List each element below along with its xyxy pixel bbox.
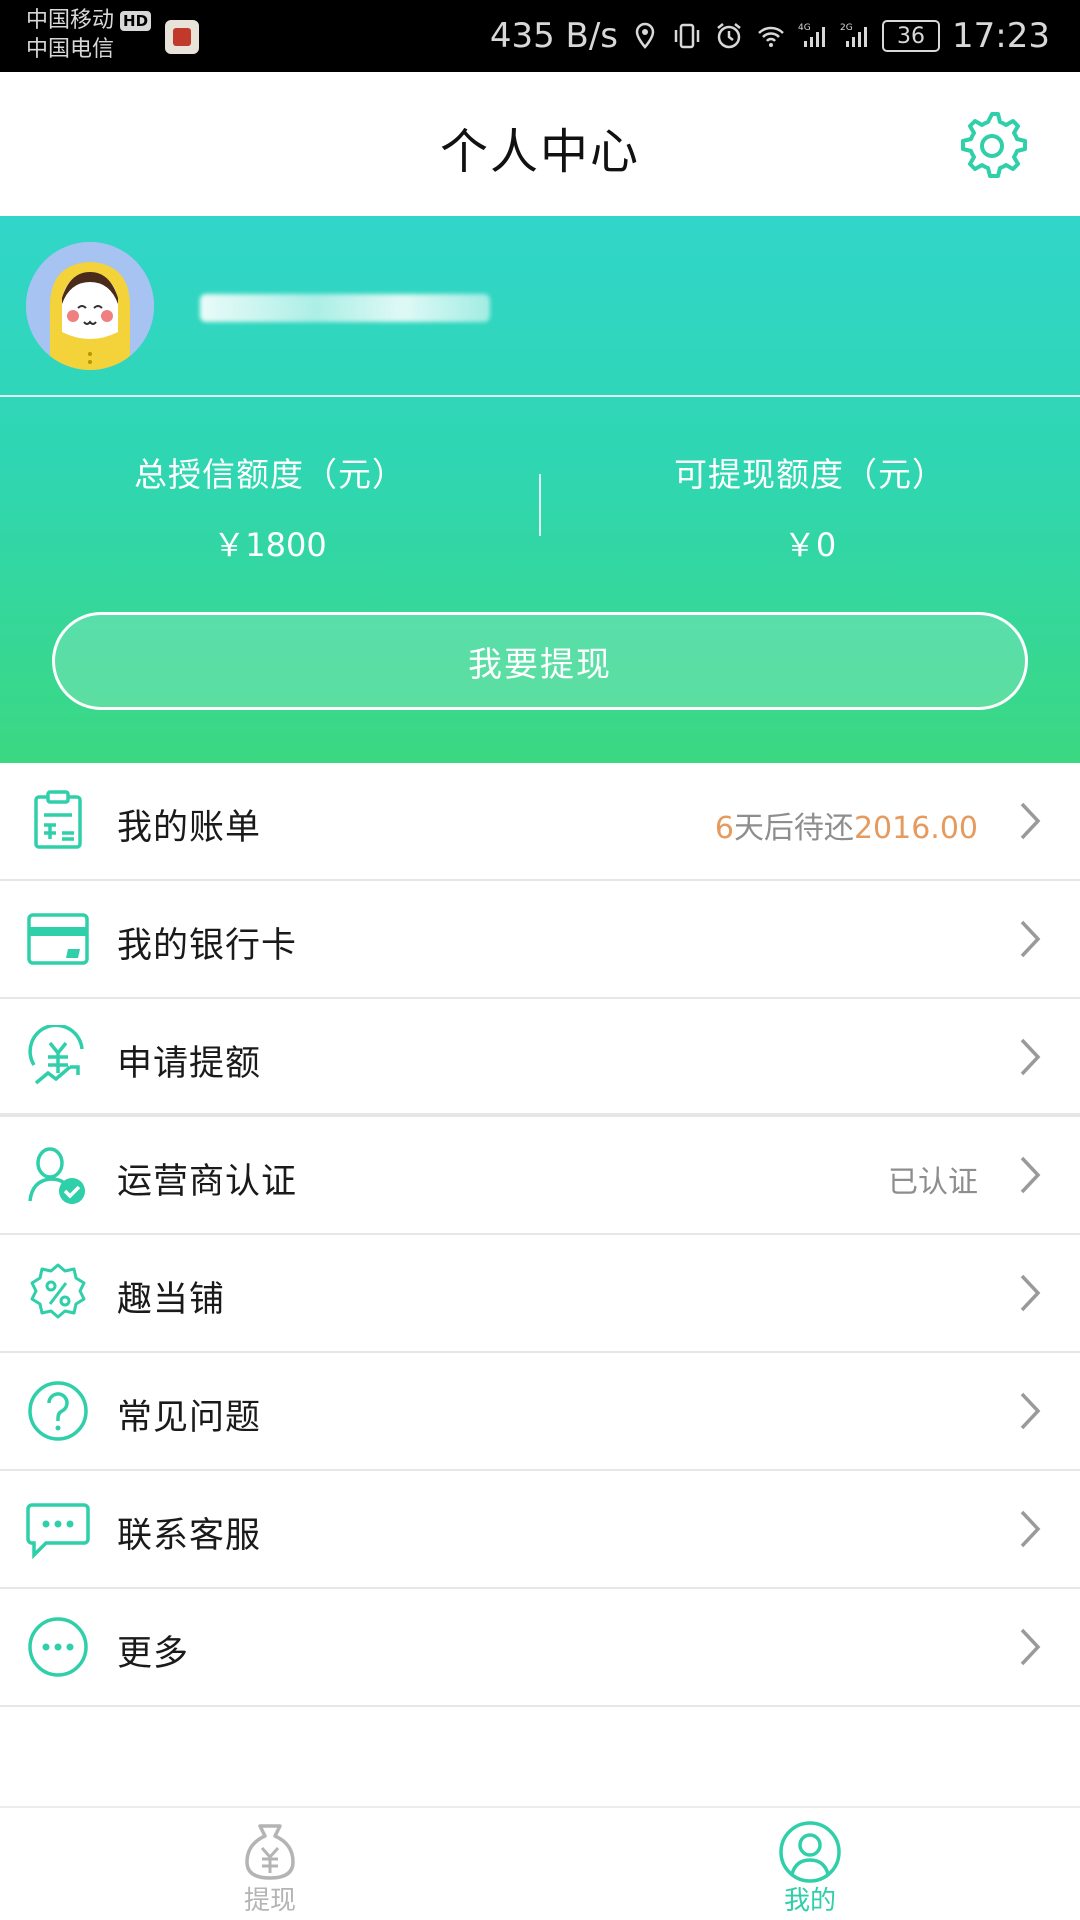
percent-badge-icon	[30, 1263, 86, 1319]
signal-2g-icon: 2G	[840, 23, 868, 47]
menu-item-bank-card[interactable]: 我的银行卡	[0, 881, 1080, 999]
page-header: 个人中心	[0, 72, 1080, 216]
due-days: 6	[714, 811, 734, 846]
total-credit-value: ￥1800	[213, 526, 327, 564]
menu-item-label: 更多	[117, 1634, 190, 1674]
chevron-right-icon	[1020, 1038, 1041, 1076]
carrier-info: 中国移动 HD 中国电信	[26, 6, 152, 64]
tab-withdraw-label: 提现	[243, 1886, 296, 1916]
menu-item-label: 常见问题	[117, 1398, 262, 1438]
tab-mine[interactable]: 我的	[540, 1808, 1080, 1920]
more-icon	[28, 1617, 88, 1677]
net-speed: 435 B/s	[489, 16, 619, 56]
menu-item-label: 申请提额	[117, 1044, 262, 1084]
chevron-right-icon	[1020, 802, 1041, 840]
raise-limit-icon	[28, 1025, 84, 1085]
username-redacted	[200, 294, 490, 322]
withdrawable-credit: 可提现额度（元） ￥0	[540, 448, 1080, 566]
total-credit-label: 总授信额度（元）	[134, 455, 406, 494]
menu-item-label: 我的账单	[117, 808, 262, 848]
vibrate-icon	[674, 23, 700, 49]
menu-list: 我的账单 6天后待还2016.00 我的银行卡 申请提额 运营商认证 已认证 趣…	[0, 763, 1080, 1707]
menu-item-carrier-verification[interactable]: 运营商认证 已认证	[0, 1117, 1080, 1235]
avatar[interactable]	[26, 242, 154, 370]
profile-icon	[779, 1821, 841, 1883]
chevron-right-icon	[1020, 1628, 1041, 1666]
bank-card-icon	[27, 913, 89, 965]
menu-item-label: 运营商认证	[117, 1162, 298, 1202]
status-bar: 中国移动 HD 中国电信 435 B/s 4G 2G 36 17:23	[0, 0, 1080, 72]
profile-panel: 总授信额度（元） ￥1800 可提现额度（元） ￥0 我要提现	[0, 216, 1080, 763]
signal-4g-icon: 4G	[798, 23, 826, 47]
tab-mine-label: 我的	[783, 1886, 836, 1916]
withdrawable-label: 可提现额度（元）	[674, 455, 946, 494]
due-mid-text: 天后待还	[733, 811, 854, 846]
page-title: 个人中心	[439, 124, 640, 180]
chevron-right-icon	[1020, 1156, 1041, 1194]
menu-item-bills[interactable]: 我的账单 6天后待还2016.00	[0, 763, 1080, 881]
avatar-illustration	[26, 242, 154, 370]
hd-badge: HD	[120, 10, 152, 31]
bottom-nav: 提现 我的	[0, 1806, 1080, 1920]
app-notification-icon	[165, 20, 199, 54]
bill-due-text: 6天后待还2016.00	[715, 803, 978, 847]
chat-icon	[26, 1503, 90, 1560]
menu-item-more[interactable]: 更多	[0, 1589, 1080, 1707]
user-verified-icon	[28, 1147, 85, 1204]
svg-text:2G: 2G	[840, 23, 853, 33]
menu-item-label: 联系客服	[117, 1516, 262, 1556]
withdrawable-value: ￥0	[783, 526, 837, 564]
wifi-icon	[758, 26, 784, 47]
battery-icon: 36	[882, 20, 941, 52]
menu-item-label: 趣当铺	[117, 1280, 226, 1320]
chevron-right-icon	[1020, 1392, 1041, 1430]
location-icon	[635, 22, 655, 49]
bill-icon	[34, 790, 82, 849]
menu-item-customer-service[interactable]: 联系客服	[0, 1471, 1080, 1589]
menu-item-raise-limit[interactable]: 申请提额	[0, 999, 1080, 1117]
due-amount: 2016.00	[853, 811, 978, 846]
verification-status: 已认证	[888, 1165, 978, 1200]
menu-item-faq[interactable]: 常见问题	[0, 1353, 1080, 1471]
total-credit: 总授信额度（元） ￥1800	[0, 448, 540, 566]
menu-item-pawnshop[interactable]: 趣当铺	[0, 1235, 1080, 1353]
menu-item-label: 我的银行卡	[117, 926, 298, 966]
carrier-1: 中国移动	[26, 8, 115, 33]
withdraw-button[interactable]: 我要提现	[52, 612, 1028, 710]
alarm-icon	[717, 23, 741, 49]
status-indicators: 435 B/s 4G 2G 36 17:23	[490, 0, 1050, 72]
chevron-right-icon	[1020, 1510, 1041, 1548]
clock: 17:23	[952, 16, 1050, 56]
profile-divider	[0, 395, 1080, 397]
money-bag-icon	[245, 1824, 295, 1880]
question-icon	[28, 1381, 88, 1441]
tab-withdraw[interactable]: 提现	[0, 1808, 540, 1920]
chevron-right-icon	[1020, 1274, 1041, 1312]
carrier-2: 中国电信	[26, 37, 115, 62]
gear-icon[interactable]	[954, 106, 1030, 182]
chevron-right-icon	[1020, 920, 1041, 958]
svg-text:4G: 4G	[798, 23, 811, 33]
